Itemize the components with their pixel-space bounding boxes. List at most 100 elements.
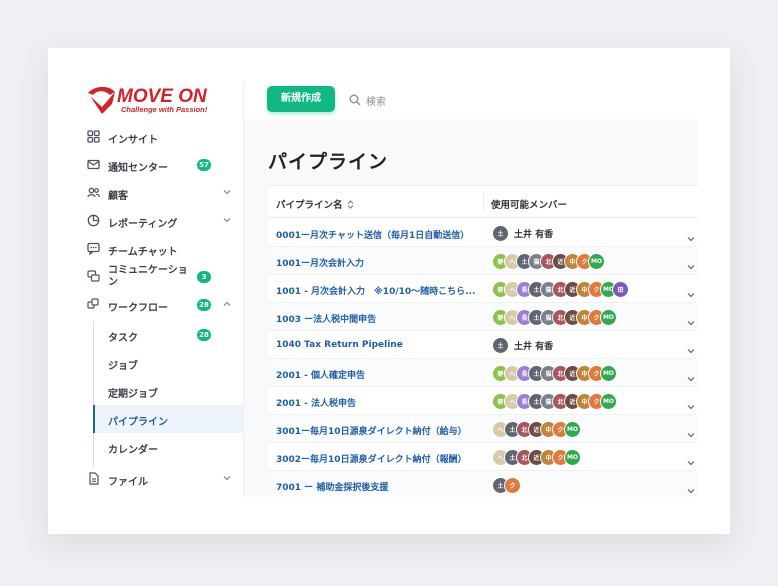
file-icon (87, 472, 100, 485)
top-bar: MOVE ON Challenge with Passion! 新規作成 検索 (81, 81, 698, 119)
member-name: 土井 有香 (514, 341, 554, 352)
avatar[interactable]: MO (600, 364, 617, 382)
users-icon (87, 186, 100, 199)
mail-icon (87, 158, 100, 171)
expand-chevron-icon[interactable] (686, 481, 696, 494)
sidebar-item-label: コミュニケーション (108, 265, 188, 288)
pipeline-name-link[interactable]: 3001ー毎月10日源泉ダイレクト納付（給与） (276, 424, 467, 437)
expand-chevron-icon[interactable] (686, 425, 696, 438)
member-avatars: へ土北近中ク MO (492, 420, 581, 438)
member-avatars: 野へ長土猫北近中ク MO (492, 364, 617, 382)
member-avatars: 土土井 有香 (492, 224, 553, 242)
expand-chevron-icon[interactable] (686, 369, 696, 382)
chevron-down-icon[interactable] (222, 473, 232, 483)
sidebar-subitem-tasks[interactable]: タスク 28 (93, 321, 243, 349)
expand-chevron-icon[interactable] (686, 257, 696, 270)
member-avatars: 野へ長土猫北近中ク MO 田 (492, 280, 629, 298)
table-row[interactable]: 3001ー毎月10日源泉ダイレクト納付（給与） へ土北近中ク MO (268, 415, 698, 443)
chevron-down-icon[interactable] (222, 215, 232, 225)
brand-logo[interactable]: MOVE ON Challenge with Passion! (85, 83, 235, 117)
sidebar-item-customers[interactable]: 顧客 (81, 179, 243, 207)
table-row[interactable]: 1001ー月次会計入力 野へ土猫北近中ク MO (268, 247, 698, 275)
sidebar-subitem-label: 定期ジョブ (108, 389, 158, 400)
expand-chevron-icon[interactable] (686, 313, 696, 326)
sidebar-subitem-label: ジョブ (108, 361, 138, 372)
table-row[interactable]: 1003 ー法人税中間申告 野へ長土猫北近中ク MO (268, 303, 698, 331)
sidebar-item-label: インサイト (108, 135, 158, 146)
table-header: パイプライン名 使用可能メンバー (268, 186, 698, 218)
app-window: MOVE ON Challenge with Passion! 新規作成 検索 … (81, 81, 698, 497)
table-row[interactable]: 3002ー毎月10日源泉ダイレクト納付（報酬） へ土北近中ク MO (268, 443, 698, 471)
workflow-icon (87, 298, 100, 311)
column-header-name[interactable]: パイプライン名 (276, 197, 354, 211)
column-divider (483, 192, 484, 212)
avatar[interactable]: 土 (492, 224, 509, 242)
sidebar-subitem-pipeline[interactable]: パイプライン (93, 405, 243, 433)
table-row[interactable]: 2001 - 法人税申告 野へ長土猫北近中ク MO (268, 387, 698, 415)
pipeline-name-link[interactable]: 2001 - 法人税申告 (276, 396, 356, 409)
member-avatars: へ土北近中ク MO (492, 448, 581, 466)
sidebar-item-notifications[interactable]: 通知センター 57 (81, 151, 243, 179)
topbar-divider (243, 81, 244, 119)
expand-chevron-icon[interactable] (686, 285, 696, 298)
sidebar-subitem-calendar[interactable]: カレンダー (93, 433, 243, 461)
pipeline-name-link[interactable]: 1001ー月次会計入力 (276, 256, 364, 269)
sidebar-item-label: 顧客 (108, 191, 128, 202)
sidebar-item-team-chat[interactable]: チームチャット (81, 235, 243, 263)
avatar[interactable]: MO (564, 448, 581, 466)
sidebar-item-workflow[interactable]: ワークフロー 28 (81, 291, 243, 319)
new-create-button[interactable]: 新規作成 (267, 86, 335, 112)
avatar[interactable]: ク (504, 476, 521, 494)
member-name: 土井 有香 (514, 229, 554, 240)
member-avatars: 野へ土猫北近中ク MO (492, 252, 605, 270)
comments-icon (87, 270, 100, 283)
grid-icon (87, 130, 100, 143)
chevron-down-icon[interactable] (222, 187, 232, 197)
table-row[interactable]: 0001ー月次チャット送信（毎月1日自動送信） 土土井 有香 (268, 219, 698, 247)
expand-chevron-icon[interactable] (686, 341, 696, 354)
member-avatars: 土土井 有香 (492, 336, 553, 354)
expand-chevron-icon[interactable] (686, 229, 696, 242)
table-row[interactable]: 2001 - 個人確定申告 野へ長土猫北近中ク MO (268, 359, 698, 387)
sidebar-item-communication[interactable]: コミュニケーション 3 (81, 263, 243, 291)
pie-chart-icon (87, 214, 100, 227)
sidebar-subitem-label: カレンダー (108, 445, 158, 456)
table-row[interactable]: 1040 Tax Return Pipeline 土土井 有香 (268, 331, 698, 359)
avatar[interactable]: MO (600, 392, 617, 410)
sidebar-item-files[interactable]: ファイル (81, 465, 243, 493)
sidebar-item-label: ファイル (108, 477, 148, 488)
expand-chevron-icon[interactable] (686, 397, 696, 410)
pipeline-name-link[interactable]: 1001 - 月次会計入力 ※10/10〜随時こちら... (276, 284, 475, 297)
member-avatars: 野へ長土猫北近中ク MO (492, 308, 617, 326)
table-row[interactable]: 7001 ー 補助金採択後支援 土ク (268, 471, 698, 497)
communication-count-badge: 3 (197, 271, 211, 283)
notification-count-badge: 57 (197, 159, 211, 171)
sidebar-item-insight[interactable]: インサイト (81, 123, 243, 151)
sidebar-subitem-label: タスク (108, 333, 138, 344)
pipeline-name-link[interactable]: 2001 - 個人確定申告 (276, 368, 365, 381)
column-header-label: パイプライン名 (276, 200, 343, 211)
chevron-up-icon[interactable] (222, 299, 232, 309)
table-row[interactable]: 1001 - 月次会計入力 ※10/10〜随時こちら... 野へ長土猫北近中ク MO… (268, 275, 698, 303)
page-title: パイプライン (268, 151, 389, 173)
sidebar-subitem-recurring-jobs[interactable]: 定期ジョブ (93, 377, 243, 405)
search-placeholder: 検索 (366, 96, 386, 108)
pipeline-name-link[interactable]: 1040 Tax Return Pipeline (276, 340, 403, 350)
pipeline-name-link[interactable]: 1003 ー法人税中間申告 (276, 312, 376, 325)
pipeline-name-link[interactable]: 7001 ー 補助金採択後支援 (276, 480, 388, 493)
pipeline-name-link[interactable]: 3002ー毎月10日源泉ダイレクト納付（報酬） (276, 452, 467, 465)
sidebar-item-label: 通知センター (108, 163, 168, 174)
sidebar-item-label: レポーティング (108, 219, 178, 230)
avatar[interactable]: 田 (612, 280, 629, 298)
avatar[interactable]: MO (588, 252, 605, 270)
search-box[interactable]: 検索 (349, 91, 386, 109)
sidebar-item-label: チームチャット (108, 247, 178, 258)
avatar[interactable]: MO (564, 420, 581, 438)
expand-chevron-icon[interactable] (686, 453, 696, 466)
avatar[interactable]: 土 (492, 336, 509, 354)
sidebar-item-reporting[interactable]: レポーティング (81, 207, 243, 235)
avatar[interactable]: MO (600, 308, 617, 326)
sidebar: インサイト 通知センター 57 顧客 レポーティング チームチャット コミュニケ… (81, 119, 244, 497)
sidebar-subitem-jobs[interactable]: ジョブ (93, 349, 243, 377)
pipeline-name-link[interactable]: 0001ー月次チャット送信（毎月1日自動送信） (276, 228, 469, 241)
